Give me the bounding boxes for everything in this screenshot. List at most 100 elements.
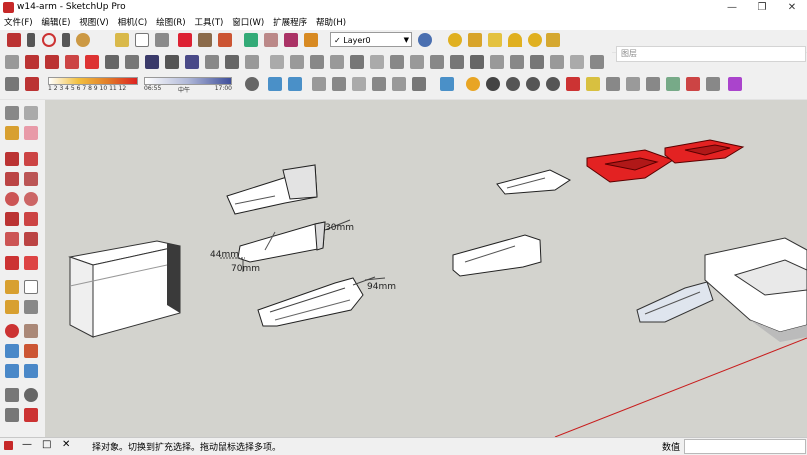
zoom-tool-icon[interactable] bbox=[5, 344, 19, 358]
chamfer-icon[interactable] bbox=[470, 55, 484, 69]
plugin-c-icon[interactable] bbox=[666, 77, 680, 91]
layers-tray-tab[interactable]: 图层 bbox=[616, 46, 806, 62]
text-tool-icon[interactable] bbox=[135, 33, 149, 47]
rectangle-icon[interactable] bbox=[5, 172, 19, 186]
close-icon[interactable]: ✕ bbox=[777, 0, 807, 16]
array-icon[interactable] bbox=[570, 55, 584, 69]
dimension-tool-icon[interactable] bbox=[24, 280, 38, 294]
minimize-icon[interactable]: — bbox=[717, 0, 747, 16]
plugin-grey-icon[interactable] bbox=[606, 77, 620, 91]
right-view-icon[interactable] bbox=[332, 77, 346, 91]
menu-help[interactable]: 帮助(H) bbox=[316, 16, 346, 30]
protractor-icon[interactable] bbox=[5, 300, 19, 314]
dropdown-arrow-icon-2[interactable] bbox=[62, 33, 70, 47]
dimension-label-94[interactable]: 94mm bbox=[367, 282, 396, 292]
push-pull-icon[interactable] bbox=[24, 256, 38, 270]
position-camera-icon[interactable] bbox=[5, 408, 19, 422]
menu-draw[interactable]: 绘图(R) bbox=[156, 16, 186, 30]
warehouse-icon[interactable] bbox=[304, 33, 318, 47]
cone-icon[interactable] bbox=[330, 55, 344, 69]
fillet-icon[interactable] bbox=[450, 55, 464, 69]
warehouse-3d-icon[interactable] bbox=[440, 77, 454, 91]
menu-edit[interactable]: 编辑(E) bbox=[41, 16, 70, 30]
plugin-rd-icon[interactable] bbox=[546, 77, 560, 91]
house-view-icon[interactable] bbox=[412, 77, 426, 91]
spiral-icon[interactable] bbox=[185, 55, 199, 69]
pan-tool-icon[interactable] bbox=[24, 324, 38, 338]
dropdown-arrow-icon[interactable] bbox=[27, 33, 35, 47]
three-point-arc-icon[interactable] bbox=[5, 232, 19, 246]
plugin-yellow-icon[interactable] bbox=[586, 77, 600, 91]
plugin-d-icon[interactable] bbox=[686, 77, 700, 91]
arc-icon[interactable] bbox=[42, 33, 56, 47]
shadow-date-slider[interactable]: 1 2 3 4 5 6 7 8 9 10 11 12 bbox=[48, 77, 138, 93]
sphere-icon[interactable] bbox=[310, 55, 324, 69]
dimension-label-30[interactable]: 30mm bbox=[325, 223, 354, 233]
front-view-icon[interactable] bbox=[312, 77, 326, 91]
look-around-icon[interactable] bbox=[24, 388, 38, 402]
xray-icon[interactable] bbox=[245, 77, 259, 91]
menu-view[interactable]: 视图(V) bbox=[79, 16, 108, 30]
zoom-extents-icon[interactable] bbox=[218, 33, 232, 47]
sun-arrow-icon[interactable] bbox=[546, 33, 560, 47]
iso-view-icon[interactable] bbox=[268, 77, 282, 91]
styles-icon[interactable] bbox=[284, 33, 298, 47]
minimize-panel-icon[interactable]: — bbox=[22, 439, 32, 450]
freehand-icon[interactable] bbox=[45, 55, 59, 69]
close-panel-icon[interactable]: ✕ bbox=[62, 439, 70, 450]
layer-dropdown[interactable]: ✓ Layer0 ▼ bbox=[330, 32, 412, 47]
bezier-icon[interactable] bbox=[145, 55, 159, 69]
plugin-rp-icon[interactable] bbox=[526, 77, 540, 91]
menu-camera[interactable]: 相机(C) bbox=[118, 16, 148, 30]
modeling-viewport[interactable]: 30mm 44mm 70mm 94mm bbox=[45, 100, 807, 437]
eraser-icon[interactable] bbox=[24, 126, 38, 140]
zoom-window-icon[interactable] bbox=[24, 344, 38, 358]
menu-file[interactable]: 文件(F) bbox=[4, 16, 33, 30]
prism-icon[interactable] bbox=[410, 55, 424, 69]
plugin-e-icon[interactable] bbox=[706, 77, 720, 91]
polyline-icon[interactable] bbox=[85, 55, 99, 69]
loft-icon[interactable] bbox=[490, 55, 504, 69]
pie-icon[interactable] bbox=[24, 232, 38, 246]
make-component-icon[interactable] bbox=[24, 106, 38, 120]
house-icon[interactable] bbox=[370, 55, 384, 69]
sweep-icon[interactable] bbox=[510, 55, 524, 69]
dots-icon[interactable] bbox=[25, 77, 39, 91]
joint-icon[interactable] bbox=[105, 55, 119, 69]
cylinder-icon[interactable] bbox=[290, 55, 304, 69]
extrude-icon[interactable] bbox=[245, 55, 259, 69]
back-view-icon[interactable] bbox=[352, 77, 366, 91]
path-icon[interactable] bbox=[205, 55, 219, 69]
box-icon[interactable] bbox=[270, 55, 284, 69]
previous-view-icon[interactable] bbox=[24, 364, 38, 378]
plugin-red-icon[interactable] bbox=[566, 77, 580, 91]
select-arrow-icon[interactable] bbox=[5, 106, 19, 120]
weld-icon[interactable] bbox=[590, 55, 604, 69]
orbit-icon[interactable] bbox=[178, 33, 192, 47]
zoom-extents-tool-icon[interactable] bbox=[5, 364, 19, 378]
shapes-icon[interactable] bbox=[76, 33, 90, 47]
materials-icon[interactable] bbox=[264, 33, 278, 47]
top-view-icon[interactable] bbox=[288, 77, 302, 91]
left-view-icon[interactable] bbox=[372, 77, 386, 91]
offset-icon[interactable] bbox=[225, 55, 239, 69]
dimension-label-44[interactable]: 44mm bbox=[210, 250, 239, 260]
rotated-rectangle-icon[interactable] bbox=[24, 172, 38, 186]
paint-bucket-icon[interactable] bbox=[5, 126, 19, 140]
plugin-b-icon[interactable] bbox=[646, 77, 660, 91]
axes-tool-icon[interactable] bbox=[24, 300, 38, 314]
plugin-rt-icon[interactable] bbox=[506, 77, 520, 91]
menu-tools[interactable]: 工具(T) bbox=[195, 16, 224, 30]
layer-manager-icon[interactable] bbox=[418, 33, 432, 47]
line-icon[interactable] bbox=[25, 55, 39, 69]
plugin-r-icon[interactable] bbox=[486, 77, 500, 91]
menu-extensions[interactable]: 扩展程序 bbox=[273, 16, 307, 30]
components-icon[interactable] bbox=[244, 33, 258, 47]
plugin-f-icon[interactable] bbox=[728, 77, 742, 91]
circle-icon[interactable] bbox=[5, 192, 19, 206]
line-tool-icon[interactable] bbox=[5, 152, 19, 166]
dimension-label-70[interactable]: 70mm bbox=[231, 264, 260, 274]
maximize-icon[interactable]: ❐ bbox=[747, 0, 777, 16]
restore-panel-icon[interactable]: □ bbox=[42, 439, 51, 450]
axes-icon[interactable] bbox=[155, 33, 169, 47]
